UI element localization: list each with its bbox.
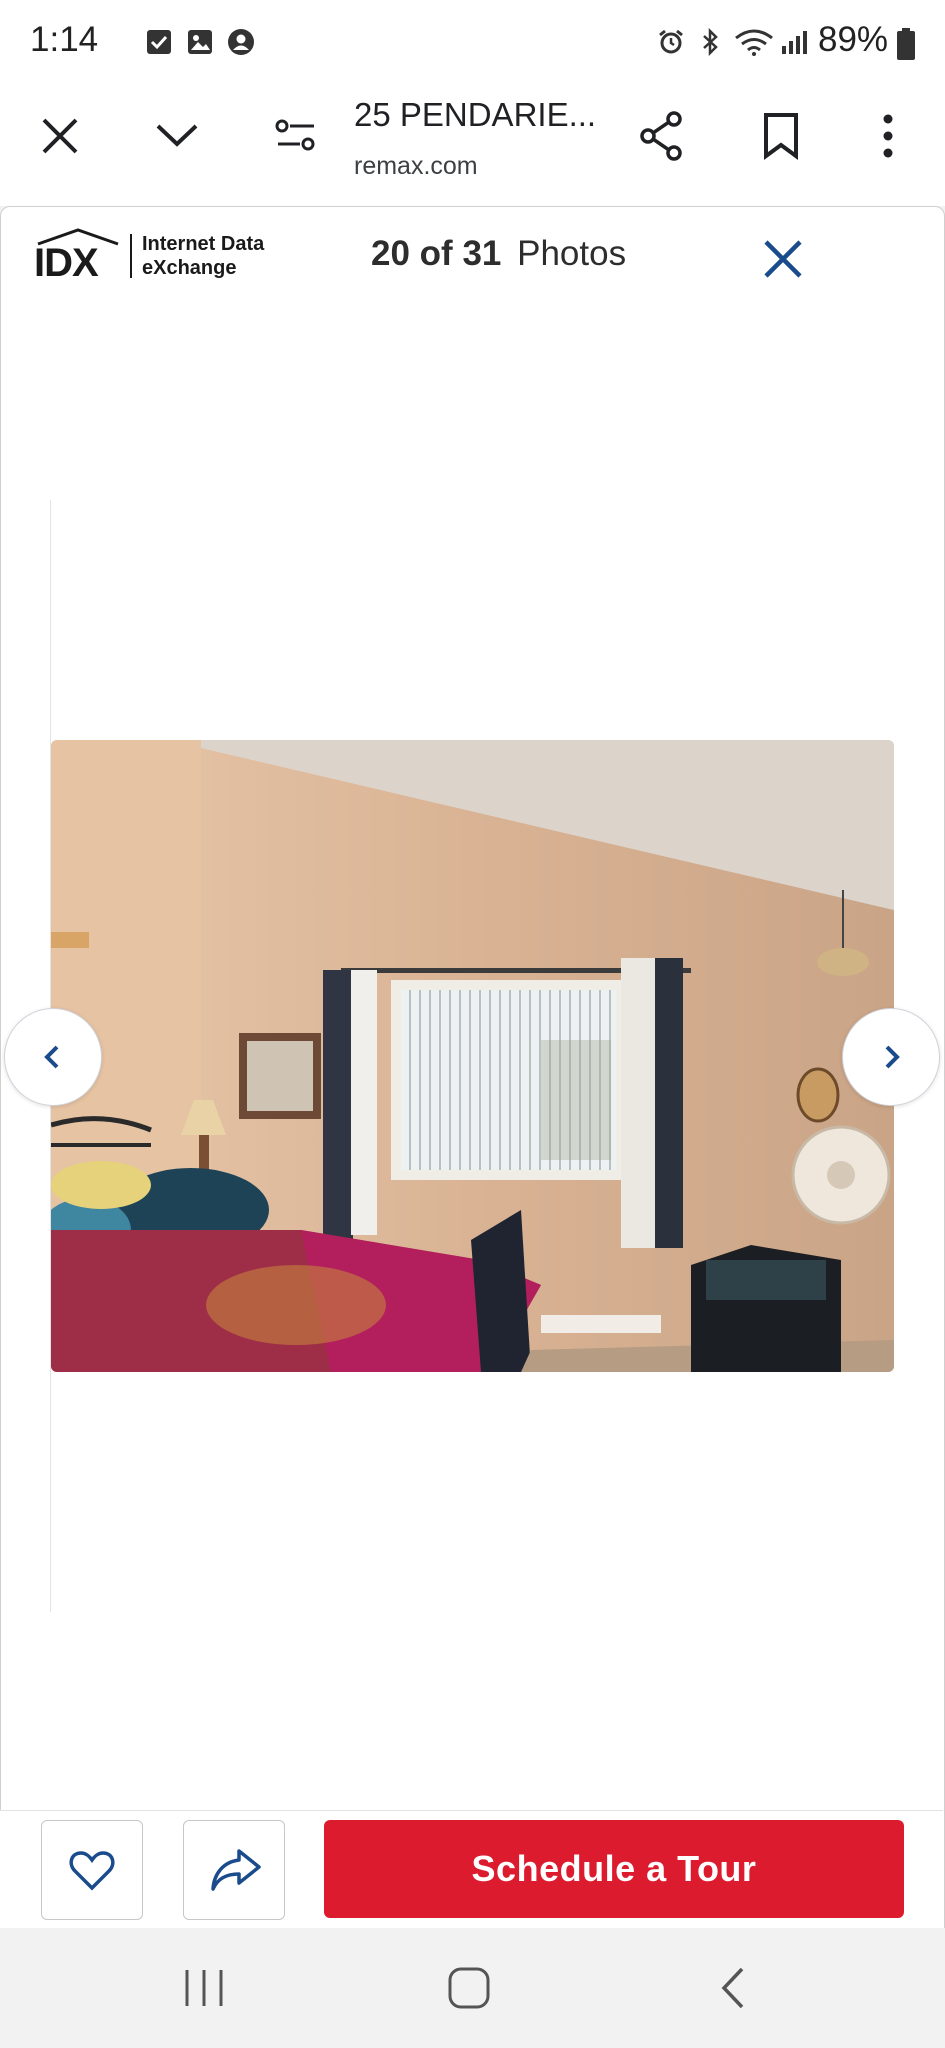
close-gallery-icon[interactable] <box>758 234 808 284</box>
photo-of: of <box>419 234 453 273</box>
battery-percentage: 89% <box>818 20 889 59</box>
account-notification-icon <box>228 29 254 55</box>
page-title[interactable]: 25 PENDARIE... <box>354 96 594 134</box>
back-icon[interactable] <box>716 1966 750 2010</box>
chevron-right-icon <box>885 1045 900 1069</box>
chevron-left-icon <box>44 1045 59 1069</box>
idx-logo-line1: Internet Data <box>142 233 265 255</box>
signal-icon <box>782 31 807 54</box>
idx-logo-mark-text: IDX <box>34 241 99 285</box>
home-icon[interactable] <box>447 1966 491 2010</box>
next-photo-button[interactable] <box>842 1008 940 1106</box>
status-time: 1:14 <box>30 20 99 59</box>
bluetooth-icon <box>703 28 718 56</box>
heart-icon <box>69 1851 115 1891</box>
close-icon[interactable] <box>38 114 82 158</box>
bookmark-icon[interactable] <box>762 112 800 160</box>
checkbox-notification-icon <box>147 30 171 54</box>
photo-counter: 20 of 31 Photos <box>371 234 626 274</box>
chevron-down-icon[interactable] <box>154 120 200 150</box>
image-notification-icon <box>188 30 212 54</box>
photo-current: 20 <box>371 234 410 273</box>
page-domain[interactable]: remax.com <box>354 152 478 181</box>
share-icon[interactable] <box>638 110 686 162</box>
listing-photo[interactable] <box>51 740 894 1372</box>
share-arrow-icon <box>211 1849 261 1891</box>
wifi-icon <box>735 29 773 56</box>
page-controls-icon[interactable] <box>274 116 318 156</box>
photo-total: 31 <box>462 234 502 273</box>
photo-label: Photos <box>517 234 627 273</box>
recent-apps-icon[interactable] <box>183 1968 225 2008</box>
idx-logo: IDX Internet Data eXchange <box>30 228 300 286</box>
battery-icon <box>897 28 915 60</box>
idx-logo-line2: eXchange <box>142 257 237 279</box>
alarm-icon <box>659 29 683 54</box>
favorite-button[interactable] <box>41 1820 143 1920</box>
share-listing-button[interactable] <box>183 1820 285 1920</box>
schedule-tour-button[interactable]: Schedule a Tour <box>324 1820 904 1918</box>
previous-photo-button[interactable] <box>4 1008 102 1106</box>
more-vert-icon[interactable] <box>876 112 900 160</box>
